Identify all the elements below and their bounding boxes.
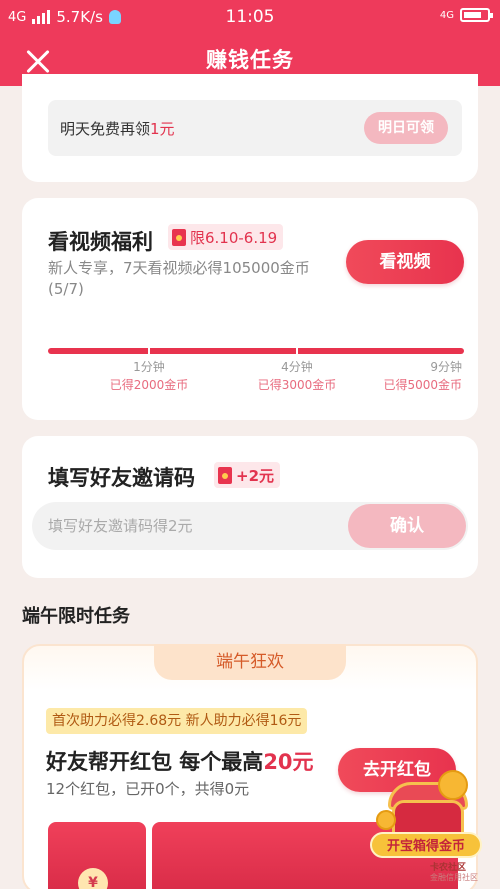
battery-icon: [460, 8, 493, 22]
open-envelope-title-text: 好友帮开红包 每个最高: [46, 750, 264, 774]
video-welfare-card: 看视频福利 限6.10-6.19 新人专享，7天看视频必得105000金币(5/…: [22, 198, 478, 420]
status-time: 11:05: [225, 7, 275, 27]
milestone-2: 4分钟 已得3000金币: [252, 358, 342, 393]
max-reward-amount: 20元: [263, 750, 314, 774]
invite-code-title: 填写好友邀请码: [48, 466, 195, 490]
milestone-time: 4分钟: [281, 360, 313, 374]
bonus-text: +2元: [236, 466, 275, 485]
bonus-tag: +2元: [214, 462, 281, 488]
video-welfare-description: 新人专享，7天看视频必得105000金币(5/7): [48, 259, 310, 298]
daily-free-amount: 1元: [150, 120, 175, 138]
limited-time-text: 限6.10-6.19: [190, 228, 278, 247]
red-envelope-icon: [172, 228, 186, 246]
envelope-progress-text: 12个红包，已开0个，共得0元: [46, 780, 250, 798]
red-envelope-icon: [218, 466, 232, 484]
festival-section-title: 端午限时任务: [22, 606, 130, 627]
watermark: 卡农社区 金融信用社区: [430, 863, 478, 883]
progress-marker: [148, 348, 150, 358]
milestone-reward: 已得5000金币: [383, 378, 462, 392]
network-type-right: 4G: [439, 9, 454, 21]
video-welfare-title: 看视频福利: [48, 230, 153, 254]
open-envelope-title: 好友帮开红包 每个最高20元: [46, 746, 314, 776]
daily-free-text: 明天免费再领1元: [60, 118, 175, 139]
confirm-button[interactable]: 确认: [348, 504, 466, 548]
invite-code-card: 填写好友邀请码 +2元 确认: [22, 436, 478, 578]
milestone-3: 9分钟 已得5000金币: [372, 358, 462, 393]
yuan-coin-icon: ¥: [78, 868, 108, 889]
daily-free-box: 明天免费再领1元 明日可领: [48, 100, 462, 156]
milestone-1: 1分钟 已得2000金币: [104, 358, 194, 393]
festival-ribbon: 端午狂欢: [154, 644, 346, 680]
milestone-reward: 已得2000金币: [109, 378, 189, 392]
video-progress-bar: [48, 348, 464, 354]
invite-code-input[interactable]: [48, 502, 338, 550]
treasure-label: 开宝箱得金币: [370, 832, 482, 858]
invite-code-field-wrap: 确认: [32, 502, 468, 550]
daily-free-label: 明天免费再领: [60, 120, 151, 138]
claim-tomorrow-button[interactable]: 明日可领: [364, 112, 448, 144]
gold-coin-icon: [438, 770, 468, 800]
milestone-reward: 已得3000金币: [257, 378, 337, 392]
milestone-time: 1分钟: [133, 360, 165, 374]
progress-marker: [296, 348, 298, 358]
watermark-subtitle: 金融信用社区: [430, 873, 478, 882]
status-right: 4G: [439, 8, 493, 22]
assist-reward-note: 首次助力必得2.68元 新人助力必得16元: [46, 708, 308, 734]
status-bar: 4G 5.7K/s 11:05 4G: [0, 0, 500, 34]
milestone-time: 9分钟: [430, 360, 462, 374]
watch-video-button[interactable]: 看视频: [346, 240, 464, 284]
daily-free-card: 明天免费再领1元 明日可领: [22, 74, 478, 182]
gold-coin-icon: [376, 810, 396, 830]
page-title: 赚钱任务: [206, 48, 294, 72]
red-envelope[interactable]: ¥: [48, 822, 146, 889]
limited-time-tag: 限6.10-6.19: [168, 224, 284, 250]
watermark-name: 卡农社区: [430, 863, 467, 873]
